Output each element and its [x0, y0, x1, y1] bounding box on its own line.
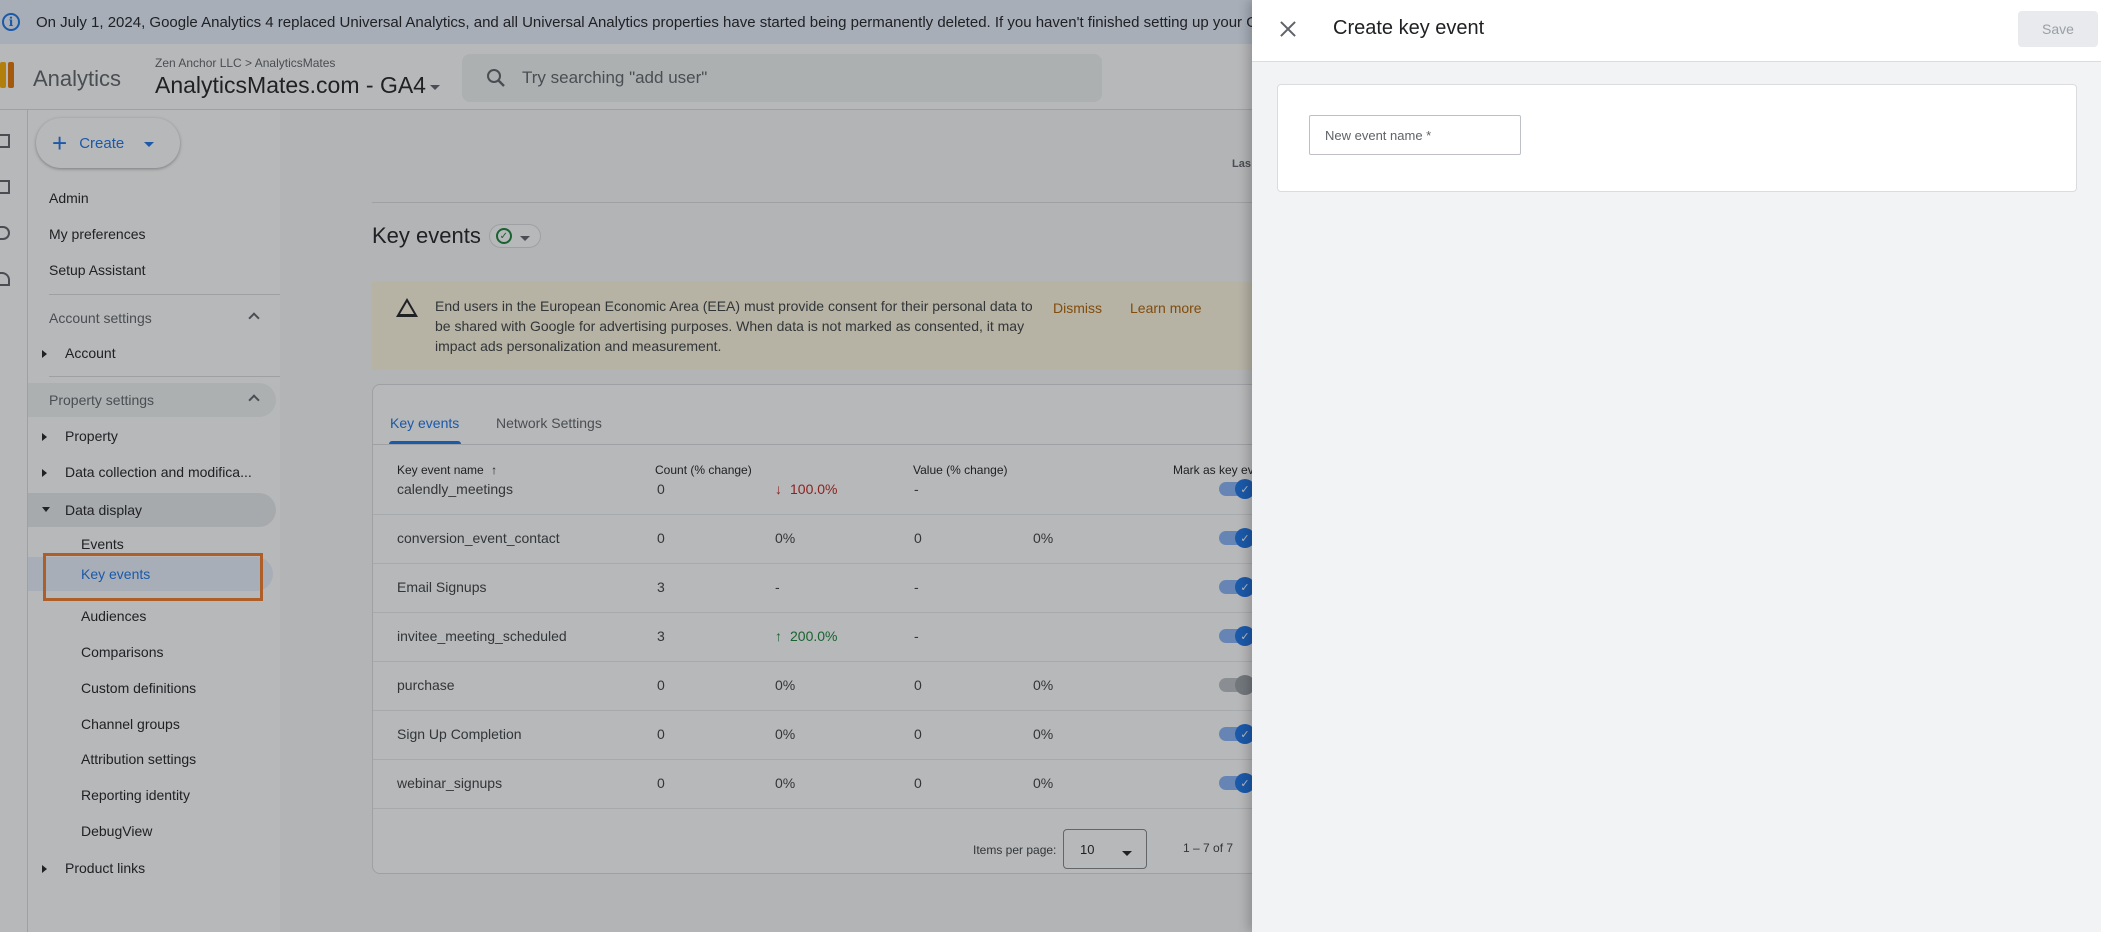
create-key-event-drawer: Create key event Save — [1252, 0, 2101, 932]
new-event-name-input[interactable] — [1309, 115, 1521, 155]
save-button[interactable]: Save — [2018, 11, 2098, 47]
event-form-card — [1277, 84, 2077, 192]
close-icon[interactable] — [1278, 19, 1298, 39]
modal-scrim[interactable] — [0, 0, 1252, 932]
drawer-title: Create key event — [1333, 17, 1485, 39]
drawer-header: Create key event Save — [1252, 0, 2101, 62]
